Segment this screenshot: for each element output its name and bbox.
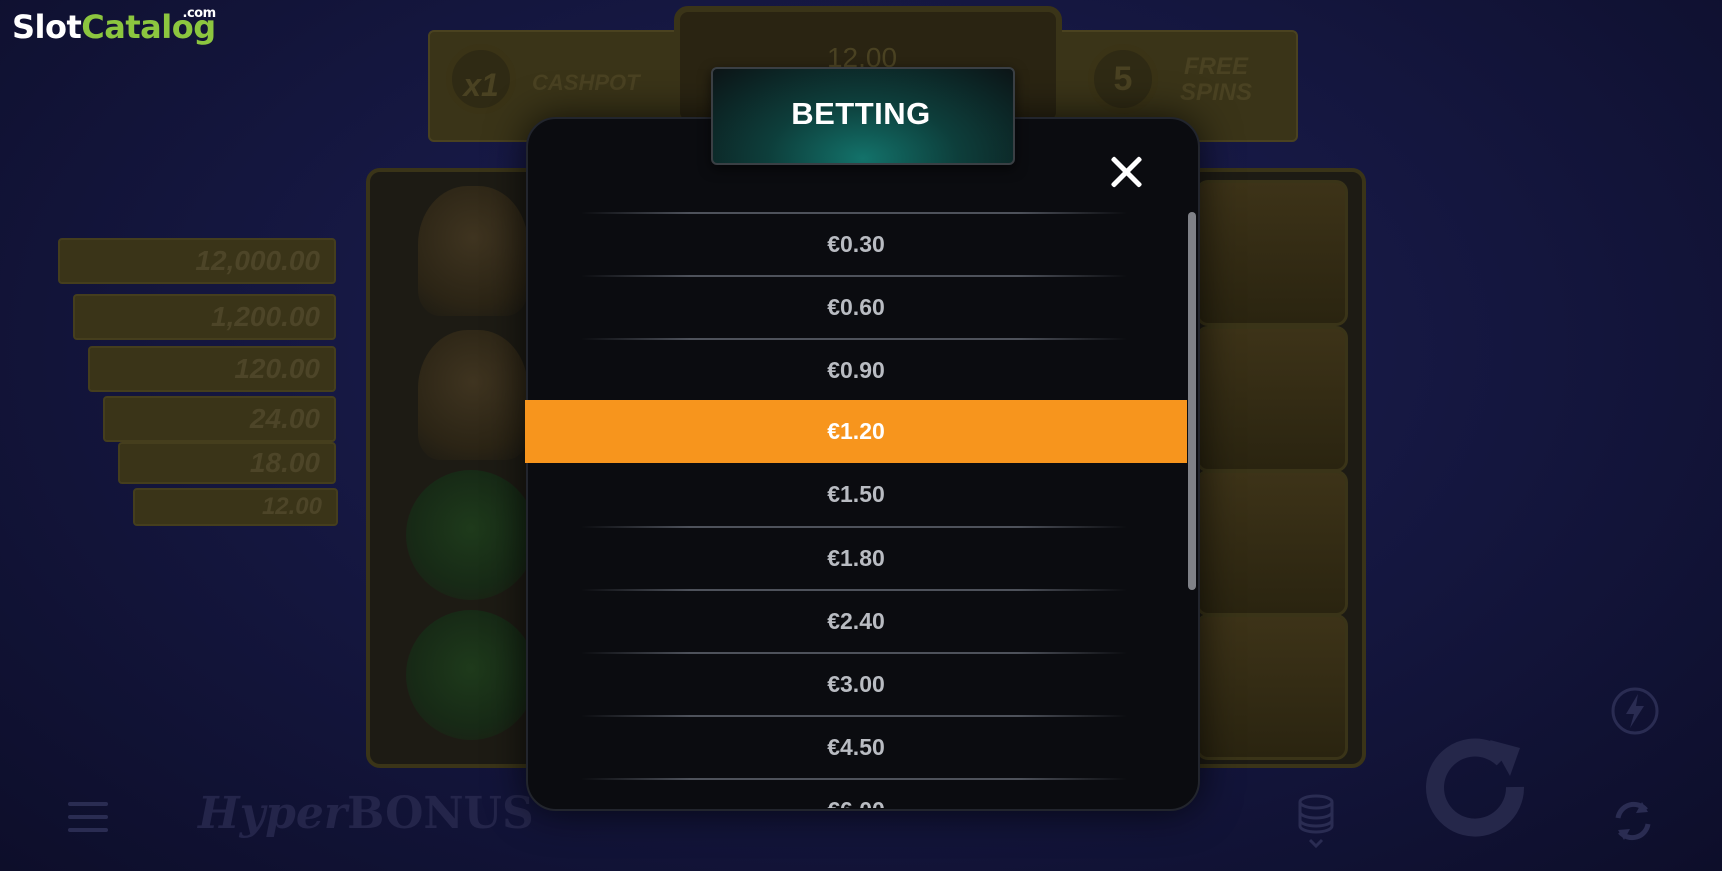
clover-symbol [406,470,536,600]
bell-symbol [418,330,528,460]
coins-stack-icon[interactable] [1296,790,1336,850]
jackpot-value: 18.00 [118,442,336,484]
betting-modal-title: BETTING [791,96,931,131]
joker-symbol [1196,614,1348,760]
close-icon[interactable] [1104,150,1148,194]
jackpot-value: 24.00 [103,396,336,442]
hyper-text: Hyper [198,788,348,839]
bet-option[interactable]: €4.50 [525,716,1187,779]
jackpot-value: 1,200.00 [73,294,336,340]
joker-symbol [1196,326,1348,472]
spin-icon[interactable] [1420,732,1530,842]
lightning-icon[interactable] [1610,686,1660,736]
cashpot-multiplier: x1 [446,44,516,114]
free-spins-count: 5 [1088,44,1158,114]
bet-option[interactable]: €3.00 [525,653,1187,716]
bet-option[interactable]: €2.40 [525,590,1187,653]
joker-symbol [1196,180,1348,326]
bell-symbol [418,186,528,316]
hyper-bonus-logo: HyperBONUS [198,788,534,839]
free-spins-label-line2: SPINS [1180,79,1253,106]
clover-symbol [406,610,536,740]
bet-option[interactable]: €1.50 [525,463,1187,526]
free-spins-label: FREE SPINS [1180,54,1252,106]
jackpot-value: 12.00 [133,488,338,526]
menu-icon[interactable] [68,802,108,841]
bet-option[interactable]: €0.30 [525,213,1187,276]
cashpot-label: CASHPOT [532,70,640,95]
bonus-text: BONUS [347,788,534,839]
autoplay-icon[interactable] [1608,796,1658,846]
bet-option[interactable]: €6.00 [525,779,1187,808]
bet-options-list[interactable]: €0.30 €0.60 €0.90 €1.20 €1.50 €1.80 €2.4… [525,212,1187,808]
joker-symbol [1196,470,1348,616]
jackpot-value: 120.00 [88,346,336,392]
bet-option[interactable]: €0.90 [525,339,1187,402]
bet-option[interactable]: €0.60 [525,276,1187,339]
bet-option[interactable]: €1.80 [525,527,1187,590]
jackpot-value: 12,000.00 [58,238,336,284]
scrollbar-thumb[interactable] [1188,212,1196,590]
free-spins-label-line1: FREE [1184,53,1249,80]
bet-option-selected[interactable]: €1.20 [525,400,1187,463]
